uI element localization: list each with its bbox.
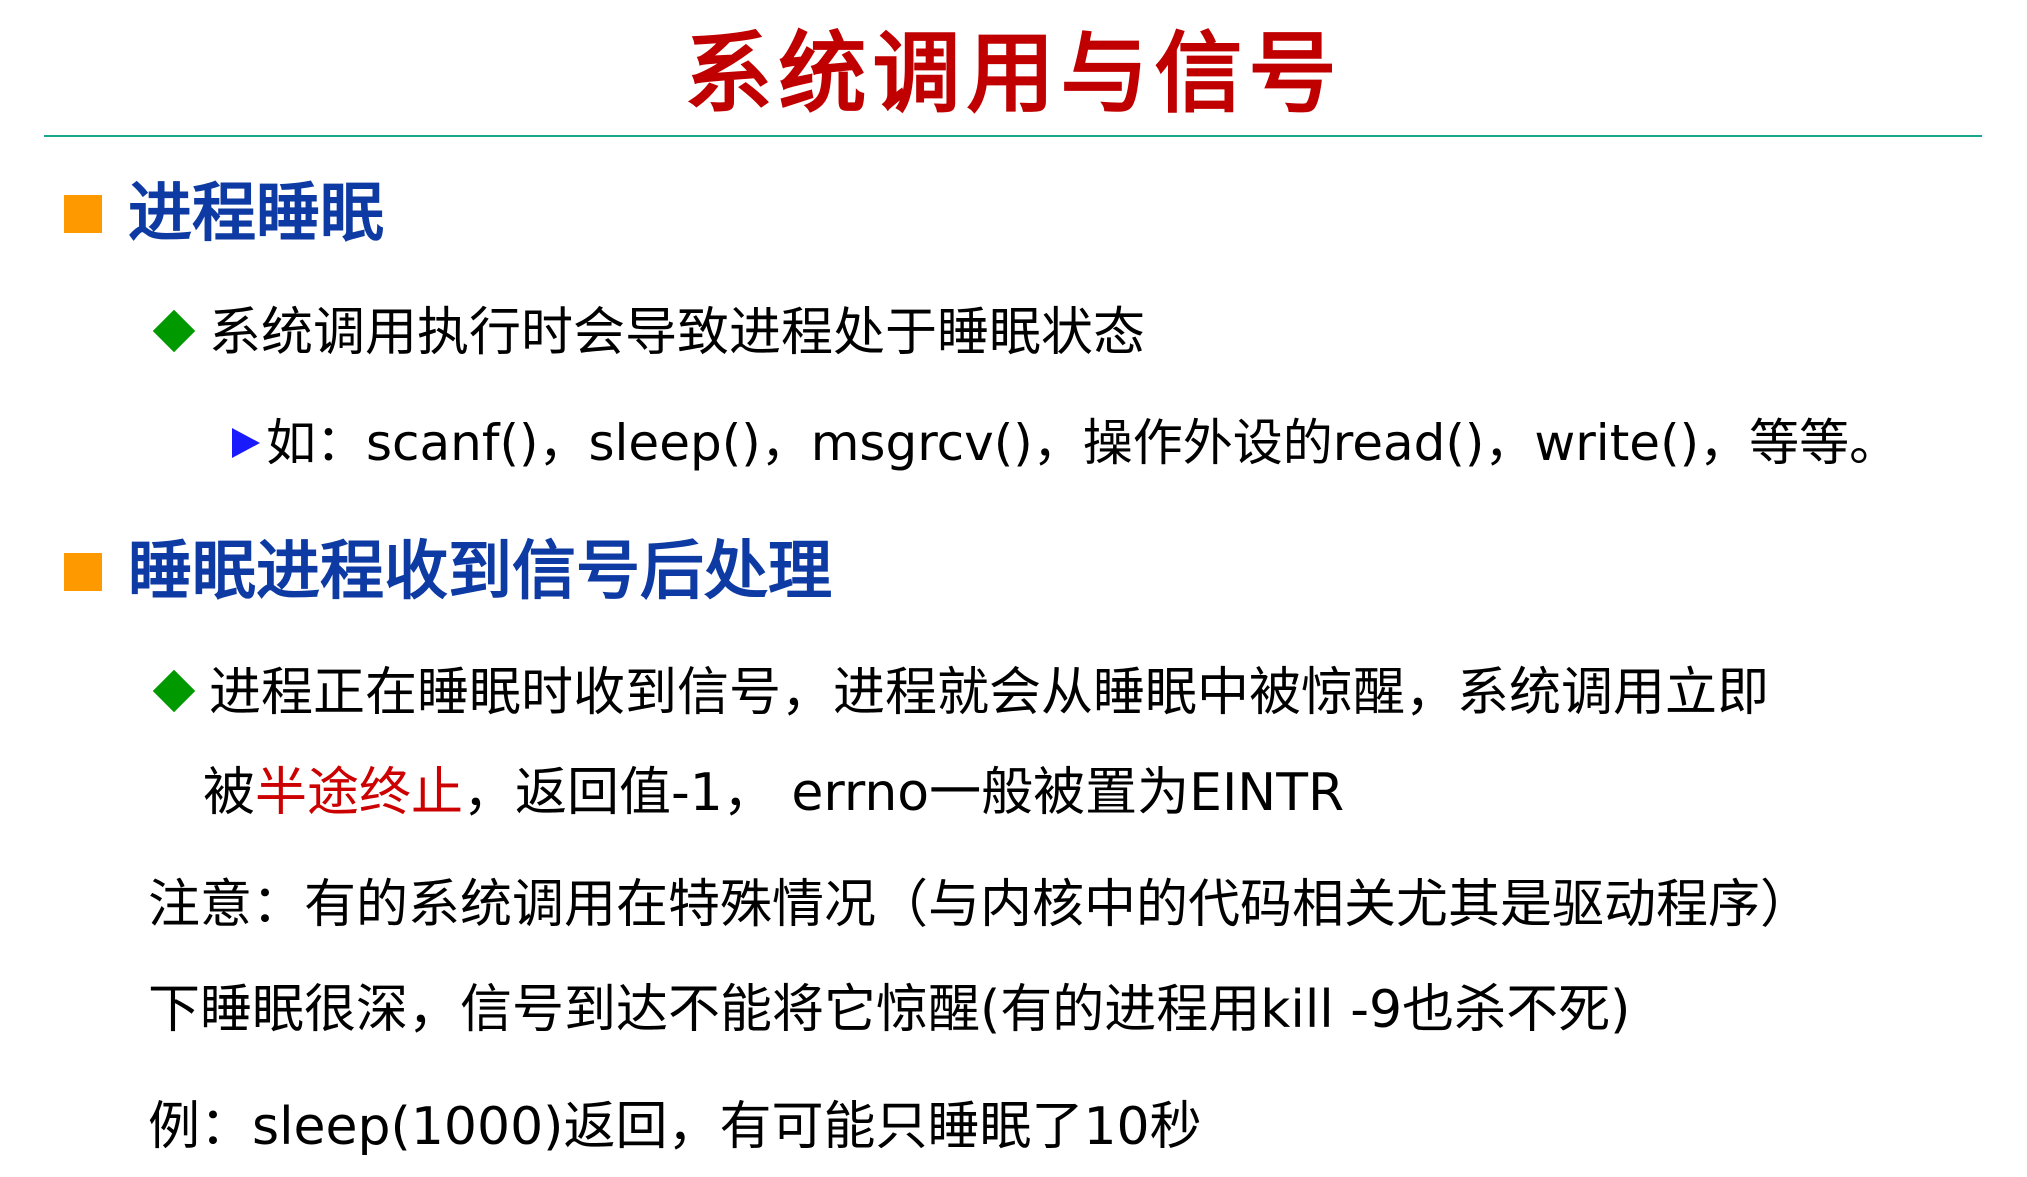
- example-line: 例：sleep(1000)返回，有可能只睡眠了10秒: [148, 1097, 1202, 1157]
- section-heading-sleep: 进程睡眠: [64, 174, 384, 254]
- section-heading-label: 睡眠进程收到信号后处理: [128, 535, 832, 609]
- note-line-2: 下睡眠很深，信号到达不能将它惊醒(有的进程用kill -9也杀不死): [148, 980, 1631, 1040]
- note-line-1: 注意：有的系统调用在特殊情况（与内核中的代码相关尤其是驱动程序）: [148, 875, 1813, 935]
- section-heading-signal: 睡眠进程收到信号后处理: [64, 532, 832, 612]
- diamond-bullet-icon: [152, 309, 196, 353]
- bullet-item-sleep-state: 系统调用执行时会导致进程处于睡眠状态: [150, 298, 1145, 368]
- bullet-item-text-post: ，返回值-1， errno一般被置为EINTR: [463, 763, 1345, 823]
- slide-title: 系统调用与信号: [684, 21, 1343, 125]
- square-bullet-icon: [64, 195, 102, 233]
- bullet-item-interrupt-continued: 被半途终止，返回值-1， errno一般被置为EINTR: [203, 758, 1344, 828]
- bullet-item-interrupt: 进程正在睡眠时收到信号，进程就会从睡眠中被惊醒，系统调用立即: [150, 658, 1769, 728]
- bullet-item-text: 系统调用执行时会导致进程处于睡眠状态: [209, 303, 1146, 363]
- sub-bullet-examples: 如：scanf()，sleep()，msgrcv()，操作外设的read()，w…: [232, 408, 1899, 478]
- title-divider: [44, 135, 1982, 137]
- square-bullet-icon: [64, 553, 102, 591]
- bullet-item-text-line1: 进程正在睡眠时收到信号，进程就会从睡眠中被惊醒，系统调用立即: [209, 663, 1770, 723]
- section-heading-label: 进程睡眠: [128, 177, 384, 251]
- arrow-bullet-icon: [232, 428, 260, 458]
- sub-bullet-text: 如：scanf()，sleep()，msgrcv()，操作外设的read()，w…: [266, 414, 1900, 472]
- slide: 系统调用与信号 进程睡眠 系统调用执行时会导致进程处于睡眠状态 如：scanf(…: [0, 0, 2027, 1177]
- bullet-item-text-pre: 被: [203, 763, 256, 823]
- diamond-bullet-icon: [152, 669, 196, 713]
- emphasized-text: 半途终止: [255, 763, 464, 823]
